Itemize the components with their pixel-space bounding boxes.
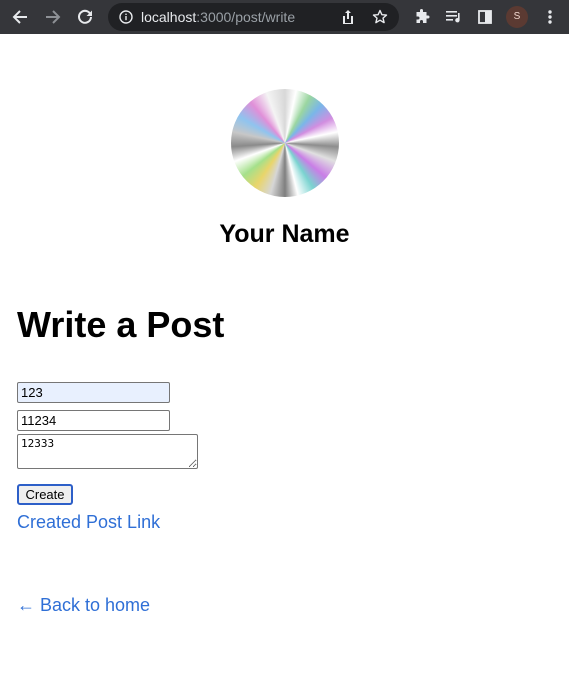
title-input[interactable]	[17, 382, 170, 403]
reload-icon[interactable]	[73, 5, 97, 29]
browser-toolbar: localhost:3000/post/write S	[0, 0, 569, 34]
profile-image	[231, 89, 339, 197]
share-icon[interactable]	[341, 9, 355, 30]
created-post-link[interactable]: Created Post Link	[17, 511, 160, 533]
reading-list-icon[interactable]	[442, 5, 466, 29]
back-arrow-icon[interactable]	[8, 5, 32, 29]
extensions-puzzle-icon[interactable]	[410, 5, 434, 29]
create-button[interactable]: Create	[17, 484, 73, 505]
address-bar[interactable]: localhost:3000/post/write	[108, 3, 399, 31]
side-panel-icon[interactable]	[473, 5, 497, 29]
back-to-home-link[interactable]: ← Back to home	[17, 594, 150, 616]
info-icon[interactable]	[119, 10, 133, 29]
url-text: localhost:3000/post/write	[141, 9, 296, 25]
date-input[interactable]	[17, 410, 170, 431]
page-heading: Write a Post	[17, 304, 225, 345]
profile-avatar[interactable]: S	[506, 6, 528, 28]
more-menu-icon[interactable]	[538, 5, 562, 29]
bookmark-star-icon[interactable]	[372, 9, 388, 30]
profile-name: Your Name	[219, 220, 350, 248]
forward-arrow-icon[interactable]	[41, 5, 65, 29]
content-textarea[interactable]: 12333	[17, 434, 198, 469]
